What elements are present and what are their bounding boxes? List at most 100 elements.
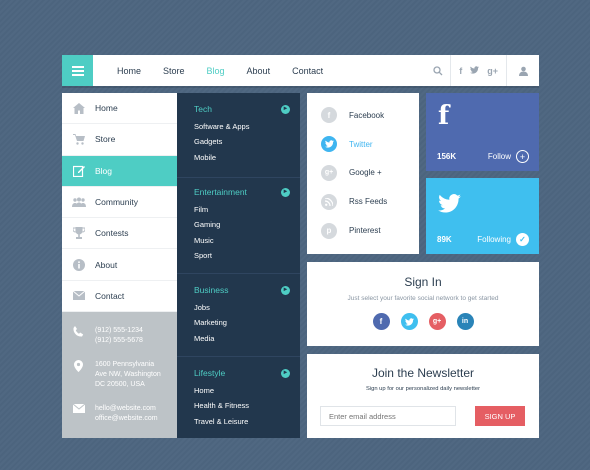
twitter-icon[interactable] bbox=[470, 65, 480, 76]
rss-icon bbox=[321, 193, 337, 210]
category-link[interactable]: Travel & Leisure bbox=[194, 414, 300, 429]
category-tech: Tech ► Software & Apps Gadgets Mobile bbox=[177, 99, 300, 178]
location-pin-icon bbox=[62, 360, 95, 390]
chevron-right-icon: ► bbox=[281, 368, 290, 378]
facebook-icon: f bbox=[321, 107, 337, 124]
category-lifestyle: Lifestyle ► Home Health & Fitness Travel … bbox=[177, 363, 300, 438]
pinterest-icon: p bbox=[321, 222, 337, 239]
category-title: Tech bbox=[194, 104, 212, 114]
nav-contact[interactable]: Contact bbox=[292, 66, 323, 76]
address-row: 1600 Pennsylvania Ave NW, Washington DC … bbox=[62, 360, 161, 390]
social-list: f Facebook Twitter g+ Google + Rss Feeds… bbox=[307, 93, 419, 254]
social-item-google-plus[interactable]: g+ Google + bbox=[307, 159, 419, 188]
sidebar-item-label: Store bbox=[95, 134, 116, 145]
facebook-follow-card: f 156K Follow + bbox=[426, 93, 539, 171]
google-plus-icon: g+ bbox=[321, 164, 337, 181]
contact-info-panel: (912) 555-1234 (912) 555-5678 1600 Penns… bbox=[62, 312, 177, 438]
twitter-following-button[interactable]: Following ✓ bbox=[477, 233, 529, 246]
sidebar-item-community[interactable]: Community bbox=[62, 187, 177, 219]
social-label: Twitter bbox=[349, 139, 373, 149]
nav-store[interactable]: Store bbox=[163, 66, 185, 76]
edit-icon bbox=[62, 165, 95, 177]
email-1[interactable]: hello@website.com bbox=[95, 404, 158, 414]
social-item-twitter[interactable]: Twitter bbox=[307, 130, 419, 159]
facebook-icon[interactable]: f bbox=[459, 66, 462, 76]
facebook-follower-count: 156K bbox=[437, 152, 457, 161]
nav-about[interactable]: About bbox=[247, 66, 271, 76]
category-link[interactable]: Film bbox=[194, 202, 300, 217]
category-entertainment: Entertainment ► Film Gaming Music Sport bbox=[177, 182, 300, 274]
plus-icon: + bbox=[516, 150, 529, 163]
social-label: Pinterest bbox=[349, 226, 381, 236]
linkedin-icon: in bbox=[461, 318, 469, 325]
linkedin-signin-button[interactable]: in bbox=[456, 313, 474, 330]
phone-row: (912) 555-1234 (912) 555-5678 bbox=[62, 326, 143, 346]
sidebar-item-label: Home bbox=[95, 103, 118, 114]
category-link[interactable]: Mobile bbox=[194, 150, 300, 165]
google-plus-signin-button[interactable]: g+ bbox=[428, 313, 446, 330]
following-label: Following bbox=[477, 235, 511, 244]
category-header[interactable]: Tech ► bbox=[194, 99, 300, 119]
twitter-follow-card: 89K Following ✓ bbox=[426, 178, 539, 254]
hamburger-menu-button[interactable] bbox=[62, 55, 93, 86]
sidebar-item-contact[interactable]: Contact bbox=[62, 281, 177, 313]
category-business: Business ► Jobs Marketing Media bbox=[177, 280, 300, 357]
category-link[interactable]: Marketing bbox=[194, 315, 300, 330]
nav-blog[interactable]: Blog bbox=[207, 66, 225, 76]
search-icon[interactable] bbox=[426, 55, 450, 86]
social-label: Google + bbox=[349, 168, 382, 178]
home-icon bbox=[62, 102, 95, 114]
category-link[interactable]: Music bbox=[194, 233, 300, 248]
category-link[interactable]: Software & Apps bbox=[194, 119, 300, 134]
category-link[interactable]: Sport bbox=[194, 248, 300, 263]
twitter-follower-count: 89K bbox=[437, 235, 452, 244]
category-link[interactable]: Home bbox=[194, 383, 300, 398]
mail-icon bbox=[62, 291, 95, 301]
top-navigation-bar: Home Store Blog About Contact f g+ bbox=[62, 55, 539, 86]
twitter-logo-icon bbox=[438, 190, 461, 220]
sidebar-item-contests[interactable]: Contests bbox=[62, 218, 177, 250]
address-line-2: Ave NW, Washington bbox=[95, 371, 161, 378]
follow-label: Follow bbox=[487, 152, 511, 161]
social-item-rss[interactable]: Rss Feeds bbox=[307, 187, 419, 216]
sidebar-item-about[interactable]: About bbox=[62, 249, 177, 281]
sidebar-item-label: Contests bbox=[95, 228, 129, 239]
category-title: Entertainment bbox=[194, 187, 247, 197]
twitter-icon bbox=[321, 136, 337, 153]
sidebar-item-home[interactable]: Home bbox=[62, 93, 177, 125]
sign-in-subtitle: Just select your favorite social network… bbox=[347, 295, 499, 302]
category-link[interactable]: Jobs bbox=[194, 300, 300, 315]
sidebar-item-label: About bbox=[95, 259, 118, 270]
sidebar-item-store[interactable]: Store bbox=[62, 124, 177, 156]
category-header[interactable]: Lifestyle ► bbox=[194, 363, 300, 383]
category-link[interactable]: Gadgets bbox=[194, 134, 300, 149]
sidebar-item-label: Blog bbox=[95, 165, 113, 176]
category-title: Business bbox=[194, 285, 229, 295]
facebook-signin-button[interactable]: f bbox=[372, 313, 390, 330]
chevron-right-icon: ► bbox=[281, 104, 290, 114]
category-link[interactable]: Gaming bbox=[194, 217, 300, 232]
nav-home[interactable]: Home bbox=[117, 66, 141, 76]
category-header[interactable]: Business ► bbox=[194, 280, 300, 300]
social-item-pinterest[interactable]: p Pinterest bbox=[307, 216, 419, 245]
social-item-facebook[interactable]: f Facebook bbox=[307, 101, 419, 130]
twitter-signin-button[interactable] bbox=[400, 313, 418, 330]
category-link[interactable]: Health & Fitness bbox=[194, 398, 300, 413]
facebook-follow-button[interactable]: Follow + bbox=[488, 150, 529, 163]
sidebar-item-blog[interactable]: Blog bbox=[62, 155, 177, 187]
mail-icon bbox=[62, 404, 95, 424]
category-header[interactable]: Entertainment ► bbox=[194, 182, 300, 202]
email-row: hello@website.com office@website.com bbox=[62, 404, 158, 424]
chevron-right-icon: ► bbox=[281, 187, 290, 197]
category-link[interactable]: Media bbox=[194, 331, 300, 346]
newsletter-title: Join the Newsletter bbox=[371, 366, 475, 380]
category-menu: Tech ► Software & Apps Gadgets Mobile Ent… bbox=[177, 93, 300, 438]
google-plus-icon[interactable]: g+ bbox=[487, 66, 498, 76]
sidebar-item-label: Community bbox=[95, 197, 138, 208]
email-2[interactable]: office@website.com bbox=[95, 414, 158, 424]
user-icon[interactable] bbox=[507, 55, 539, 86]
chevron-right-icon: ► bbox=[281, 285, 290, 295]
cart-icon bbox=[62, 133, 95, 145]
sign-up-button[interactable]: SIGN UP bbox=[475, 406, 525, 426]
email-input[interactable] bbox=[320, 406, 456, 426]
